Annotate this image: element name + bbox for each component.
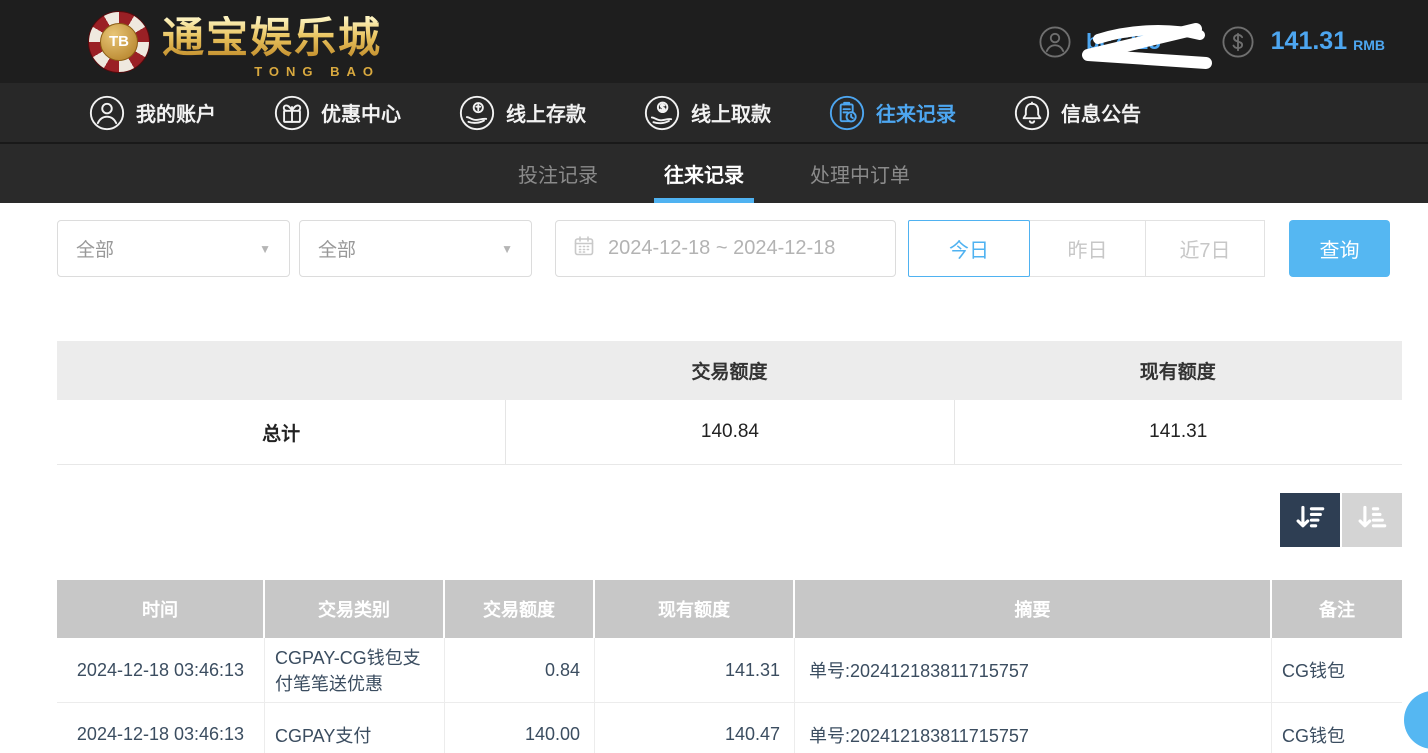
sort-ascending-icon xyxy=(1355,501,1389,540)
nav-item-announcements[interactable]: 信息公告 xyxy=(1013,94,1141,132)
chevron-down-icon: ▼ xyxy=(259,242,271,256)
filter-row: 全部 ▼ 全部 ▼ 2024-12-18 ~ 2024-12-18 今日 昨日 … xyxy=(57,220,1402,277)
clipboard-clock-icon xyxy=(828,94,866,132)
summary-total-label: 总计 xyxy=(57,400,505,464)
header-summary: 摘要 xyxy=(795,580,1272,638)
user-icon xyxy=(1038,25,1072,59)
subcategory-filter-dropdown[interactable]: 全部 ▼ xyxy=(299,220,532,277)
category-filter-dropdown[interactable]: 全部 ▼ xyxy=(57,220,290,277)
nav-item-label: 往来记录 xyxy=(876,98,956,127)
username-wrap: bc7325 xyxy=(1086,29,1161,55)
header-current-balance: 现有额度 xyxy=(595,580,795,638)
nav-item-online-deposit[interactable]: 线上存款 xyxy=(458,94,586,132)
tab-processing-orders[interactable]: 处理中订单 xyxy=(800,144,920,203)
tab-transaction-records[interactable]: 往来记录 xyxy=(654,144,754,203)
cell-transaction-type: CGPAY支付 xyxy=(265,703,445,753)
logo-subtitle: TONG BAO xyxy=(254,64,380,79)
sort-descending-icon xyxy=(1293,501,1327,540)
nav-item-transaction-records[interactable]: 往来记录 xyxy=(828,94,956,132)
user-circle-icon xyxy=(88,94,126,132)
nav-item-label: 优惠中心 xyxy=(321,98,401,127)
chevron-down-icon: ▼ xyxy=(501,242,513,256)
cell-time: 2024-12-18 03:46:13 xyxy=(57,638,265,702)
calendar-icon xyxy=(572,234,596,264)
header-remark: 备注 xyxy=(1272,580,1402,638)
nav-item-label: 我的账户 xyxy=(136,98,216,127)
topbar-right: bc7325 141.31 RMB xyxy=(1038,25,1385,59)
cell-current-balance: 141.31 xyxy=(595,638,795,702)
date-range-input[interactable]: 2024-12-18 ~ 2024-12-18 xyxy=(555,220,896,277)
cell-transaction-amount: 140.00 xyxy=(445,703,595,753)
nav-item-label: 线上存款 xyxy=(506,98,586,127)
gift-icon xyxy=(273,94,311,132)
transactions-table: 时间 交易类别 交易额度 现有额度 摘要 备注 2024-12-18 03:46… xyxy=(57,580,1402,753)
yesterday-button[interactable]: 昨日 xyxy=(1029,220,1146,277)
summary-table: 交易额度 现有额度 总计 140.84 141.31 xyxy=(57,341,1402,465)
nav-item-label: 线上取款 xyxy=(691,98,771,127)
dropdown-value: 全部 xyxy=(318,235,356,262)
withdraw-hand-dollar-icon xyxy=(643,94,681,132)
table-row: 2024-12-18 03:46:13 CGPAY-CG钱包支付笔笔送优惠 0.… xyxy=(57,638,1402,703)
last-7-days-button[interactable]: 近7日 xyxy=(1145,220,1265,277)
quick-date-group: 今日 昨日 近7日 xyxy=(908,220,1265,277)
subtab-bar: 投注记录 往来记录 处理中订单 xyxy=(0,144,1428,203)
header-time: 时间 xyxy=(57,580,265,638)
logo-chip-icon: TB xyxy=(88,11,150,73)
main-nav: 我的账户 优惠中心 线上存款 xyxy=(0,83,1428,144)
cell-time: 2024-12-18 03:46:13 xyxy=(57,703,265,753)
nav-item-label: 信息公告 xyxy=(1061,98,1141,127)
site-logo[interactable]: TB 通宝娱乐城 TONG BAO xyxy=(88,4,382,79)
sort-descending-button[interactable] xyxy=(1280,493,1340,547)
cell-transaction-type: CGPAY-CG钱包支付笔笔送优惠 xyxy=(265,638,445,702)
tab-label: 投注记录 xyxy=(518,159,598,188)
tab-label: 处理中订单 xyxy=(810,159,910,188)
nav-item-my-account[interactable]: 我的账户 xyxy=(88,94,216,132)
table-row: 2024-12-18 03:46:13 CGPAY支付 140.00 140.4… xyxy=(57,703,1402,753)
tab-label: 往来记录 xyxy=(664,159,744,188)
summary-header-transaction-amount: 交易额度 xyxy=(505,341,953,400)
summary-transaction-total: 140.84 xyxy=(505,400,953,464)
deposit-hand-coin-icon xyxy=(458,94,496,132)
dropdown-value: 全部 xyxy=(76,235,114,262)
header-transaction-type: 交易类别 xyxy=(265,580,445,638)
cell-remark: CG钱包 xyxy=(1272,638,1402,702)
cell-transaction-amount: 0.84 xyxy=(445,638,595,702)
top-header: TB 通宝娱乐城 TONG BAO bc7325 141.31 xyxy=(0,0,1428,83)
query-button[interactable]: 查询 xyxy=(1289,220,1390,277)
customer-service-bubble[interactable] xyxy=(1404,691,1428,749)
sort-ascending-button[interactable] xyxy=(1342,493,1402,547)
summary-total-row: 总计 140.84 141.31 xyxy=(57,400,1402,465)
today-button[interactable]: 今日 xyxy=(908,220,1030,277)
cell-remark: CG钱包 xyxy=(1272,703,1402,753)
cell-current-balance: 140.47 xyxy=(595,703,795,753)
logo-title: 通宝娱乐城 xyxy=(162,16,382,62)
balance-currency: RMB xyxy=(1353,37,1385,53)
dollar-icon xyxy=(1221,25,1255,59)
logo-chip-label: TB xyxy=(100,23,138,61)
username: bc7325 xyxy=(1086,29,1161,54)
cell-summary: 单号:202412183811715757 xyxy=(795,638,1272,702)
nav-item-promotions[interactable]: 优惠中心 xyxy=(273,94,401,132)
logo-text: 通宝娱乐城 TONG BAO xyxy=(162,4,382,79)
summary-header-current-balance: 现有额度 xyxy=(954,341,1402,400)
bell-icon xyxy=(1013,94,1051,132)
table-header-row: 时间 交易类别 交易额度 现有额度 摘要 备注 xyxy=(57,580,1402,638)
header-transaction-amount: 交易额度 xyxy=(445,580,595,638)
summary-header-empty xyxy=(57,341,505,400)
sort-row xyxy=(57,493,1402,547)
summary-balance-total: 141.31 xyxy=(954,400,1402,464)
date-range-value: 2024-12-18 ~ 2024-12-18 xyxy=(608,237,835,260)
summary-header-row: 交易额度 现有额度 xyxy=(57,341,1402,400)
cell-summary: 单号:202412183811715757 xyxy=(795,703,1272,753)
tab-betting-records[interactable]: 投注记录 xyxy=(508,144,608,203)
nav-item-online-withdrawal[interactable]: 线上取款 xyxy=(643,94,771,132)
balance-amount: 141.31 xyxy=(1271,27,1347,56)
